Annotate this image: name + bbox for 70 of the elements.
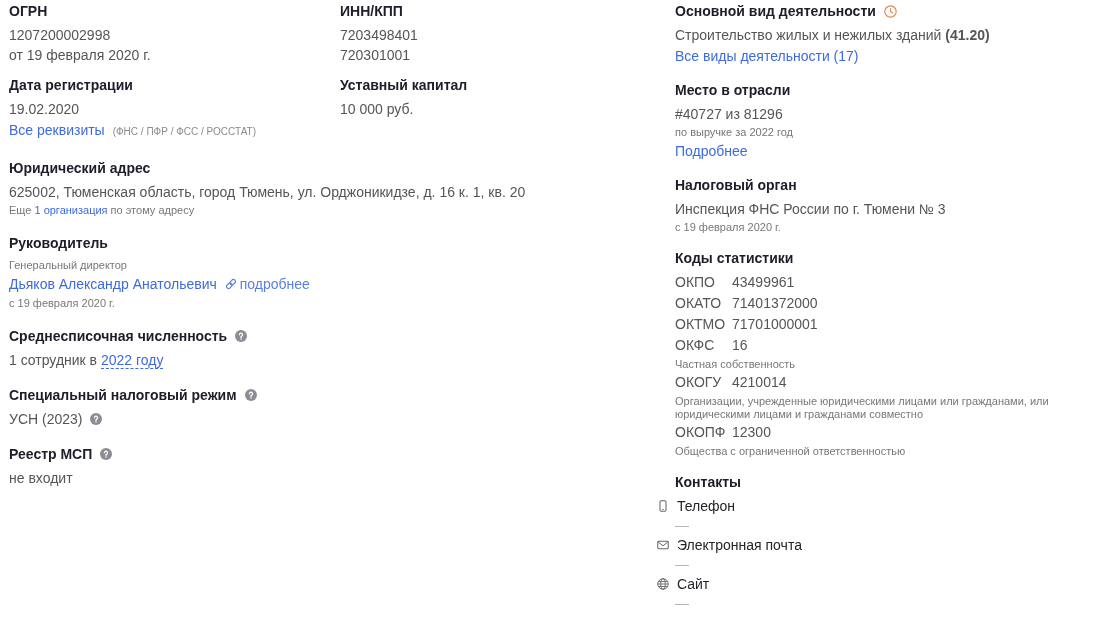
code-label: ОКПО: [675, 273, 716, 292]
section-title: Дата регистрации: [9, 76, 133, 95]
code-label: ОКФС: [675, 336, 716, 355]
code-label: ОКТМО: [675, 315, 727, 334]
link[interactable]: Подробнее: [675, 140, 748, 162]
field-value: УСН (2023): [9, 410, 83, 429]
field-value: 1207200002998: [9, 26, 111, 45]
contact-label: Электронная почта: [677, 536, 802, 555]
field-value: 1 сотрудник в 2022 году: [9, 351, 164, 370]
link[interactable]: 1 организация: [34, 203, 108, 216]
phone-icon: [657, 500, 669, 512]
caption-text: Общества с ограниченной ответственностью: [675, 444, 906, 457]
code-label: ОКОПФ: [675, 423, 727, 442]
link[interactable]: Все реквизиты: [9, 119, 105, 141]
code-label: ОКАТО: [675, 294, 723, 313]
caption-text: по выручке за 2022 год: [675, 125, 794, 138]
section-title: Юридический адрес: [9, 159, 151, 178]
help-icon[interactable]: [244, 389, 257, 401]
field-value: не входит: [9, 469, 73, 488]
contact-value: —: [675, 556, 689, 572]
code-label: ОКОГУ: [675, 373, 723, 392]
help-icon[interactable]: [235, 330, 248, 342]
section-title: Специальный налоговый режим: [9, 386, 237, 405]
contact-label: Телефон: [677, 497, 736, 516]
field-value: 625002, Тюменская область, город Тюмень, ул. Орджоникидзе, д. 16 к. 1, кв. 20: [9, 183, 526, 202]
caption-text: Частная собственность: [675, 357, 796, 370]
caption-text: с 19 февраля 2020 г.: [9, 296, 115, 309]
link-icon: [224, 278, 237, 290]
globe-icon: [657, 578, 669, 590]
source-note: (ФНС / ПФР / ФСС / РОССТАТ): [112, 125, 257, 139]
field-value: 7203498401: [340, 26, 418, 45]
details-link[interactable]: подробнее: [224, 273, 310, 295]
envelope-icon: [657, 539, 669, 551]
section-title: Реестр МСП: [9, 445, 93, 464]
field-value: 720301001: [340, 46, 411, 65]
caption-text: с 19 февраля 2020 г.: [675, 220, 781, 233]
code-value: 71701000001: [732, 315, 818, 334]
section-title: Коды статистики: [675, 249, 794, 268]
contact-value: —: [675, 595, 689, 611]
field-value: от 19 февраля 2020 г.: [9, 46, 151, 65]
section-title: ОГРН: [9, 2, 48, 21]
field-value: #40727 из 81296: [675, 105, 783, 124]
contact-value: —: [675, 517, 689, 533]
caption-text: Организации, учрежденные юридическими лицами или гражданами, или юридическими лицами и гражданами совместно: [675, 394, 1049, 420]
section-title: Руководитель: [9, 234, 108, 253]
help-icon[interactable]: [100, 448, 113, 460]
field-value: 19.02.2020: [9, 100, 80, 119]
code-value: 43499961: [732, 273, 795, 292]
link[interactable]: Все виды деятельности (17): [675, 45, 859, 67]
section-title: Налоговый орган: [675, 176, 797, 195]
caption-text: Еще 1 организация по этому адресу: [9, 203, 195, 216]
section-title: Среднесписочная численность: [9, 327, 228, 346]
code-value: 71401372000: [732, 294, 818, 313]
field-value: Инспекция ФНС России по г. Тюмени № 3: [675, 200, 946, 219]
code-value: 16: [732, 336, 748, 355]
section-title: Основной вид деятельности: [675, 2, 876, 21]
contact-label: Сайт: [677, 575, 710, 594]
code-value: 4210014: [732, 373, 787, 392]
section-title: ИНН/КПП: [340, 2, 403, 21]
year-link[interactable]: 2022 году: [100, 352, 164, 369]
code-value: 12300: [732, 423, 771, 442]
section-title: Место в отрасли: [675, 81, 791, 100]
field-value: 10 000 руб.: [340, 100, 414, 119]
person-link[interactable]: Дьяков Александр Анатольевич: [9, 273, 217, 295]
caption-text: Генеральный директор: [9, 258, 127, 271]
section-title: Уставный капитал: [340, 76, 468, 95]
section-title: Контакты: [675, 473, 741, 492]
help-icon[interactable]: [90, 413, 103, 425]
field-value: Строительство жилых и нежилых зданий (41.20): [675, 26, 990, 45]
clock-icon[interactable]: [883, 4, 897, 18]
